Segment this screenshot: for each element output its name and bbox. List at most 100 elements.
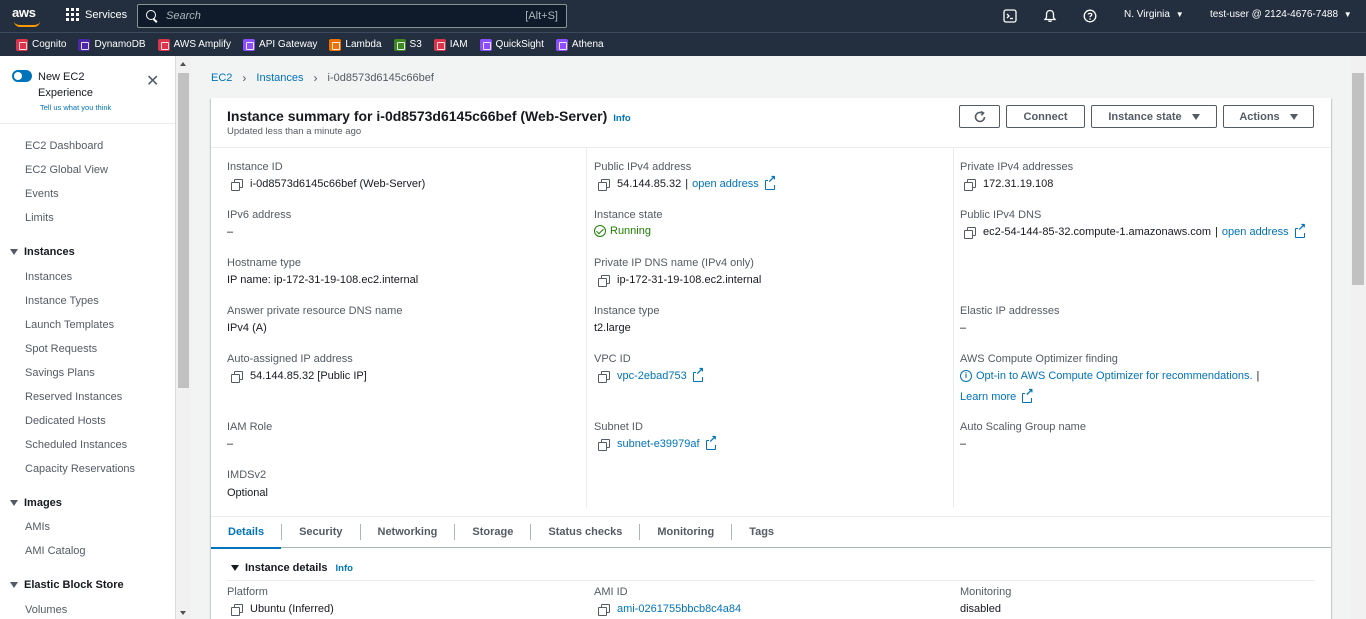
public-ipv4-text: 54.144.85.32 <box>617 178 682 190</box>
copy-icon[interactable] <box>964 226 976 239</box>
tab-security[interactable]: Security <box>282 516 359 548</box>
open-address-link[interactable]: open address <box>692 178 759 190</box>
sidebar-item-amis[interactable]: AMIs <box>25 521 50 533</box>
sidebar-section-images[interactable]: Images <box>10 497 62 509</box>
info-link[interactable]: Info <box>336 563 353 574</box>
copy-icon[interactable] <box>598 274 610 287</box>
column-divider <box>586 148 587 508</box>
favorite-s3[interactable]: S3 <box>393 38 422 51</box>
favorite-quicksight[interactable]: QuickSight <box>479 38 544 51</box>
cloudshell-icon[interactable] <box>1003 9 1017 23</box>
copy-icon[interactable] <box>231 603 243 616</box>
search-bar[interactable]: [Alt+S] <box>137 4 567 28</box>
sidebar-item-instance-types[interactable]: Instance Types <box>25 295 99 307</box>
auto-ip-value: 54.144.85.32 [Public IP] <box>231 370 367 383</box>
sidebar-item-ami-catalog[interactable]: AMI Catalog <box>25 545 86 557</box>
sidebar-item-spot-requests[interactable]: Spot Requests <box>25 343 97 355</box>
scroll-down-icon[interactable] <box>180 611 186 615</box>
main-scrollbar[interactable] <box>1350 56 1366 619</box>
sidebar-section-instances[interactable]: Instances <box>10 246 75 258</box>
copy-icon[interactable] <box>598 603 610 616</box>
instance-id-text: i-0d8573d6145c66bef (Web-Server) <box>250 178 426 190</box>
scroll-up-icon[interactable] <box>180 62 186 66</box>
optimizer-opt-in-link[interactable]: Opt-in to AWS Compute Optimizer for reco… <box>976 370 1253 382</box>
search-input[interactable] <box>166 10 526 22</box>
aws-logo[interactable]: aws <box>12 5 46 27</box>
sidebar-item-ec2-global-view[interactable]: EC2 Global View <box>25 164 108 176</box>
imdsv2-label: IMDSv2 <box>227 469 267 481</box>
scrollbar-thumb[interactable] <box>178 73 189 388</box>
account-menu[interactable]: test-user @ 2124-4676-7488 ▼ <box>1210 9 1352 20</box>
chevron-right-icon: › <box>242 71 247 85</box>
copy-icon[interactable] <box>598 438 610 451</box>
subnet-id-link[interactable]: subnet-e39979af <box>617 438 700 450</box>
public-dns-label: Public IPv4 DNS <box>960 209 1042 221</box>
breadcrumb-instances[interactable]: Instances <box>256 72 303 84</box>
sidebar-item-launch-templates[interactable]: Launch Templates <box>25 319 114 331</box>
connect-button[interactable]: Connect <box>1006 105 1085 128</box>
favorite-label: IAM <box>449 39 468 50</box>
amplify-icon <box>157 38 170 51</box>
new-experience-toggle[interactable] <box>12 70 32 82</box>
favorite-iam[interactable]: IAM <box>433 38 468 51</box>
sidebar-item-instances[interactable]: Instances <box>25 271 72 283</box>
ipv6-value: – <box>227 226 234 238</box>
close-icon[interactable]: ✕ <box>146 74 159 90</box>
vpc-id-link[interactable]: vpc-2ebad753 <box>617 370 687 382</box>
breadcrumb-current: i-0d8573d6145c66bef <box>327 72 434 84</box>
sidebar-item-dedicated-hosts[interactable]: Dedicated Hosts <box>25 415 106 427</box>
favorite-lambda[interactable]: Lambda <box>329 38 382 51</box>
tab-details[interactable]: Details <box>211 516 282 549</box>
favorite-dynamodb[interactable]: DynamoDB <box>78 38 146 51</box>
tab-storage[interactable]: Storage <box>455 516 530 548</box>
sidebar-item-volumes[interactable]: Volumes <box>25 604 67 616</box>
sidebar-item-events[interactable]: Events <box>25 188 59 200</box>
sidebar-item-reserved-instances[interactable]: Reserved Instances <box>25 391 122 403</box>
tab-status-checks[interactable]: Status checks <box>531 516 639 548</box>
sidebar-item-scheduled-instances[interactable]: Scheduled Instances <box>25 439 127 451</box>
tab-monitoring[interactable]: Monitoring <box>640 516 731 548</box>
feedback-link[interactable]: Tell us what you think <box>40 103 111 112</box>
tab-tags[interactable]: Tags <box>732 516 791 548</box>
account-label: test-user @ 2124-4676-7488 <box>1210 9 1339 20</box>
sidebar-scrollbar[interactable] <box>176 56 191 619</box>
sidebar-item-savings-plans[interactable]: Savings Plans <box>25 367 95 379</box>
copy-icon[interactable] <box>598 370 610 383</box>
refresh-button[interactable] <box>959 105 1000 128</box>
favorite-api-gateway[interactable]: API Gateway <box>243 38 317 51</box>
services-menu-button[interactable]: Services <box>66 8 127 21</box>
external-link-icon <box>692 367 705 382</box>
copy-icon[interactable] <box>964 178 976 191</box>
caret-down-icon <box>1289 113 1298 120</box>
instance-details-header[interactable]: Instance details Info <box>231 562 353 574</box>
chevron-right-icon: › <box>313 71 318 85</box>
open-address-link[interactable]: open address <box>1222 226 1289 238</box>
ami-id-link[interactable]: ami-0261755bbcb8c4a84 <box>617 603 741 615</box>
favorite-cognito[interactable]: Cognito <box>16 38 66 51</box>
instance-type-value: t2.large <box>594 322 631 334</box>
favorite-amplify[interactable]: AWS Amplify <box>157 38 231 51</box>
region-selector[interactable]: N. Virginia ▼ <box>1124 9 1184 20</box>
sidebar-item-limits[interactable]: Limits <box>25 212 54 224</box>
help-icon[interactable] <box>1083 9 1097 23</box>
copy-icon[interactable] <box>231 370 243 383</box>
detail-tabs: Details Security Networking Storage Stat… <box>211 516 1331 549</box>
refresh-icon <box>974 110 985 122</box>
sidebar-section-ebs[interactable]: Elastic Block Store <box>10 579 124 591</box>
sidebar-item-capacity-reservations[interactable]: Capacity Reservations <box>25 463 135 475</box>
instance-state-button[interactable]: Instance state <box>1091 105 1217 128</box>
sidebar-item-ec2-dashboard[interactable]: EC2 Dashboard <box>25 140 103 152</box>
scrollbar-thumb[interactable] <box>1352 73 1364 285</box>
breadcrumb-ec2[interactable]: EC2 <box>211 72 232 84</box>
favorite-athena[interactable]: Athena <box>555 38 604 51</box>
info-link[interactable]: Info <box>613 113 630 124</box>
copy-icon[interactable] <box>598 178 610 191</box>
actions-button[interactable]: Actions <box>1223 105 1314 128</box>
tab-networking[interactable]: Networking <box>361 516 455 548</box>
services-label: Services <box>85 8 128 21</box>
copy-icon[interactable] <box>231 178 243 191</box>
bell-icon[interactable] <box>1043 9 1057 23</box>
private-dns-label: Private IP DNS name (IPv4 only) <box>594 257 754 269</box>
learn-more-link[interactable]: Learn more <box>960 391 1016 403</box>
instance-id-value: i-0d8573d6145c66bef (Web-Server) <box>231 178 426 191</box>
